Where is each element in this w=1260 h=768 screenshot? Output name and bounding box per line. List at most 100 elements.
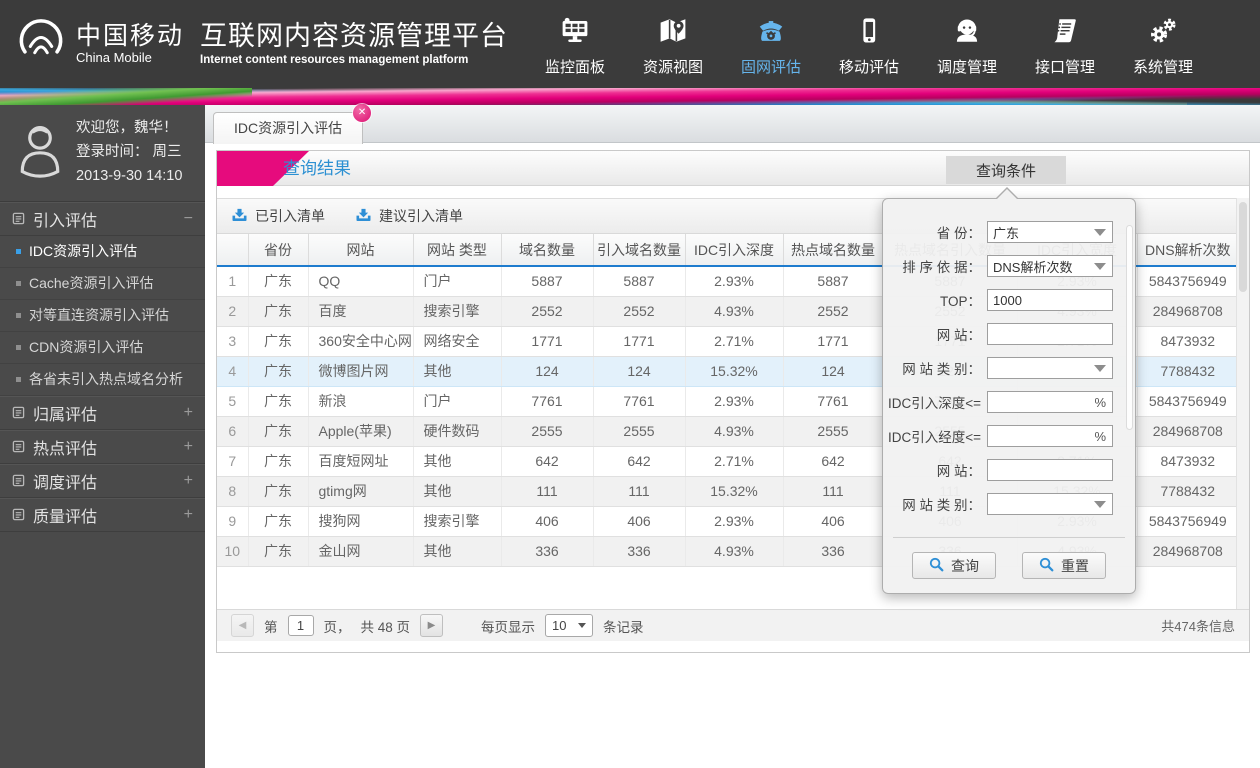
field-value: 广东 — [993, 225, 1020, 241]
query-field-row: 省 份： 广东 — [883, 215, 1135, 249]
query-field-row: 网 站： — [883, 453, 1135, 487]
table-cell: 百度短网址 — [308, 446, 414, 477]
platform-title-zh: 互联网内容资源管理平台 — [200, 21, 509, 52]
expand-icon: + — [183, 403, 193, 421]
sidebar-group-ownership-eval[interactable]: 归属评估 + — [0, 395, 205, 430]
nav-item-fixed-net-eval[interactable]: 固网评估 — [722, 11, 820, 77]
field-select-0[interactable]: 广东 — [987, 221, 1113, 243]
nav-item-interface-mgmt[interactable]: 接口管理 — [1016, 11, 1114, 77]
china-mobile-logo-icon — [16, 17, 66, 72]
page-number-input[interactable] — [287, 615, 314, 636]
table-cell: 搜索引擎 — [413, 296, 502, 327]
user-login-time-label: 登录时间： 周三 — [76, 143, 182, 160]
monitor-icon — [526, 17, 624, 53]
table-cell: 124 — [501, 355, 594, 387]
result-card-header: 查询结果 查询条件 — [217, 151, 1249, 186]
popover-arrow-fill — [996, 189, 1018, 200]
table-cell: 284968708 — [1137, 536, 1238, 567]
table-cell: 7788432 — [1137, 476, 1238, 507]
sidebar-item[interactable]: 对等直连资源引入评估 — [0, 300, 205, 332]
reset-button[interactable]: 重置 — [1022, 552, 1106, 579]
table-cell: 2.93% — [685, 506, 784, 537]
table-cell: 4.93% — [685, 296, 784, 327]
table-cell: 门户 — [413, 266, 502, 297]
chevron-down-icon — [1094, 364, 1106, 372]
tab-close-icon[interactable]: ✕ — [353, 104, 372, 122]
sidebar-item[interactable]: 各省未引入热点域名分析 — [0, 364, 205, 396]
toolbar-button-1[interactable]: 建议引入清单 — [355, 206, 463, 226]
sidebar-item[interactable]: IDC资源引入评估 — [0, 236, 205, 268]
query-field-label: 省 份： — [936, 226, 981, 241]
nav-item-dispatch-mgmt[interactable]: 调度管理 — [918, 11, 1016, 77]
table-cell: 2 — [217, 296, 249, 327]
chevron-down-icon — [1094, 262, 1106, 270]
field-input-5[interactable]: % — [987, 391, 1113, 413]
table-cell: 5887 — [501, 266, 594, 297]
table-cell: 7761 — [593, 386, 686, 417]
expand-icon: + — [183, 505, 193, 523]
column-header: IDC引入深度 — [685, 234, 784, 267]
column-header: 域名数量 — [501, 234, 594, 267]
table-cell: 门户 — [413, 386, 502, 417]
table-cell: 其他 — [413, 536, 502, 567]
bullet-icon — [16, 248, 21, 254]
doc-small-icon — [12, 508, 25, 521]
nav-item-resource-view[interactable]: 资源视图 — [624, 11, 722, 77]
top-nav: 监控面板 资源视图 固网评估 移动评估 调度管理 接口管理 系统管理 — [526, 11, 1212, 77]
nav-item-dashboard[interactable]: 监控面板 — [526, 11, 624, 77]
field-input-3[interactable] — [987, 323, 1113, 345]
table-cell: 1 — [217, 266, 249, 297]
user-login-datetime: 2013-9-30 14:10 — [76, 167, 183, 184]
query-panel-footer: 查询 重置 — [893, 537, 1125, 579]
next-page-button[interactable]: ▶ — [420, 614, 444, 637]
field-select-4[interactable] — [987, 357, 1113, 379]
table-cell: 广东 — [248, 506, 309, 537]
brand-name-en: China Mobile — [76, 49, 152, 65]
table-cell: 111 — [593, 476, 686, 507]
field-input-6[interactable]: % — [987, 425, 1113, 447]
prev-page-button[interactable]: ◀ — [231, 614, 254, 637]
sidebar-group-hotspot-eval[interactable]: 热点评估 + — [0, 429, 205, 464]
field-input-2[interactable]: 1000 — [987, 289, 1113, 311]
per-page-label: 每页显示 — [481, 619, 536, 635]
table-cell: 新浪 — [308, 386, 414, 417]
column-header: 省份 — [248, 234, 309, 267]
table-scrollbar-thumb[interactable] — [1239, 202, 1247, 292]
table-cell: 7761 — [501, 386, 594, 417]
table-cell: 广东 — [248, 266, 309, 297]
platform-title-en: Internet content resources management pl… — [200, 53, 469, 66]
sidebar-group-import-eval[interactable]: 引入评估 − — [0, 201, 205, 236]
query-conditions-button[interactable]: 查询条件 — [946, 156, 1066, 184]
query-field-label: TOP： — [939, 294, 981, 309]
sidebar-item[interactable]: Cache资源引入评估 — [0, 268, 205, 300]
tab-idc-import-eval[interactable]: IDC资源引入评估 ✕ — [213, 104, 372, 144]
sidebar-group-dispatch-eval[interactable]: 调度评估 + — [0, 463, 205, 498]
table-scrollbar[interactable] — [1236, 198, 1249, 609]
search-button[interactable]: 查询 — [912, 552, 996, 579]
brand-name-zh: 中国移动 — [76, 22, 185, 51]
doc-small-icon — [12, 474, 25, 487]
per-page-select[interactable]: 10 — [545, 614, 594, 637]
nav-item-system-mgmt[interactable]: 系统管理 — [1114, 11, 1212, 77]
table-cell: 广东 — [248, 326, 309, 357]
field-input-7[interactable] — [987, 459, 1113, 481]
toolbar-button-label: 已引入清单 — [255, 208, 325, 224]
table-cell: 8 — [217, 476, 249, 507]
table-cell: 5843756949 — [1137, 506, 1238, 537]
toolbar-button-0[interactable]: 已引入清单 — [231, 206, 325, 226]
field-select-1[interactable]: DNS解析次数 — [987, 255, 1113, 277]
expand-icon: + — [183, 471, 193, 489]
panel-scrollbar-thumb[interactable] — [1126, 225, 1133, 430]
nav-item-mobile-eval[interactable]: 移动评估 — [820, 11, 918, 77]
sidebar-group-label: 质量评估 — [33, 508, 98, 526]
table-cell: 5 — [217, 386, 249, 417]
collapse-icon: − — [183, 209, 193, 227]
table-cell: 4 — [217, 355, 249, 387]
sidebar-group-quality-eval[interactable]: 质量评估 + — [0, 497, 205, 532]
field-select-8[interactable] — [987, 493, 1113, 515]
sidebar-item[interactable]: CDN资源引入评估 — [0, 332, 205, 364]
table-cell: 124 — [783, 355, 884, 387]
page-prefix-label: 第 — [264, 619, 278, 635]
table-cell: 金山网 — [308, 536, 414, 567]
gears-icon — [1114, 17, 1212, 53]
